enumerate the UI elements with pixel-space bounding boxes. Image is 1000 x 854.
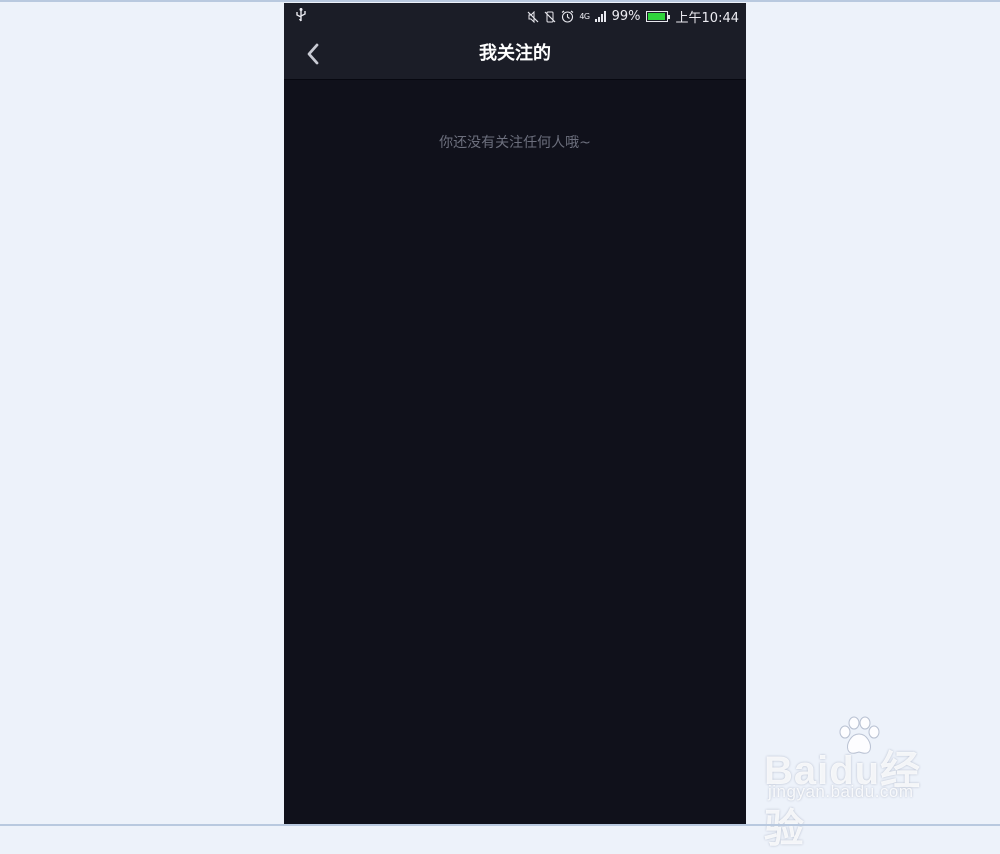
usb-icon (296, 8, 306, 22)
baidu-watermark: Baidu经验 jingyan.baidu.com (764, 716, 954, 851)
battery-icon (645, 11, 670, 22)
nav-bar: 我关注的 (284, 29, 746, 80)
network-type-label: 4G (579, 12, 590, 21)
battery-percent: 99% (611, 9, 641, 24)
page-title: 我关注的 (479, 43, 551, 64)
vibrate-off-icon (544, 11, 556, 23)
status-bar: 4G 99% 上午10:44 (284, 3, 746, 29)
signal-icon (594, 11, 607, 22)
battery-tip (667, 15, 670, 19)
phone-screen: 4G 99% 上午10:44 我关注的 你还没有关注任何人哦~ (284, 3, 746, 824)
back-button[interactable] (298, 39, 328, 69)
main-content: 你还没有关注任何人哦~ (284, 80, 746, 824)
frame-border-top (0, 0, 1000, 2)
watermark-url: jingyan.baidu.com (768, 782, 914, 801)
chevron-left-icon (307, 43, 319, 65)
alarm-icon (561, 10, 574, 23)
empty-state-message: 你还没有关注任何人哦~ (439, 135, 591, 151)
status-time: 上午10:44 (675, 11, 739, 26)
mute-icon (527, 10, 539, 23)
battery-fill (647, 13, 666, 20)
